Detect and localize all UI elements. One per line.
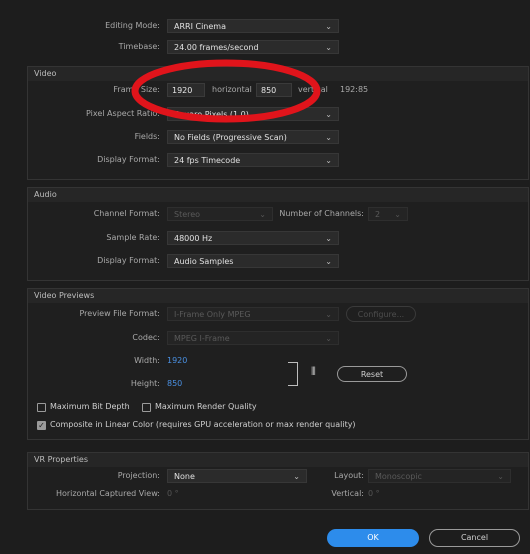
channel-format-value: Stereo bbox=[174, 210, 201, 219]
annotation-circle bbox=[131, 59, 321, 123]
editing-mode-dropdown[interactable]: ARRI Cinema ⌄ bbox=[167, 19, 339, 33]
chevron-down-icon: ⌄ bbox=[259, 210, 266, 219]
preview-height-value[interactable]: 850 bbox=[167, 377, 182, 391]
link-chain-icon[interactable]: ⦀ bbox=[311, 365, 316, 379]
width-label: Width: bbox=[134, 356, 160, 365]
cancel-button[interactable]: Cancel bbox=[429, 529, 520, 547]
layout-label: Layout: bbox=[334, 471, 364, 480]
reset-button[interactable]: Reset bbox=[337, 366, 407, 382]
codec-value: MPEG I-Frame bbox=[174, 334, 230, 343]
sample-rate-dropdown[interactable]: 48000 Hz ⌄ bbox=[167, 231, 339, 245]
max-bit-depth-checkbox[interactable] bbox=[37, 403, 46, 412]
chevron-down-icon: ⌄ bbox=[325, 43, 332, 52]
link-bracket bbox=[288, 362, 298, 386]
timebase-dropdown[interactable]: 24.00 frames/second ⌄ bbox=[167, 40, 339, 54]
timebase-value: 24.00 frames/second bbox=[174, 43, 259, 52]
aspect-ratio-readout: 192:85 bbox=[340, 85, 369, 94]
chevron-down-icon: ⌄ bbox=[325, 310, 332, 319]
max-bit-depth-label: Maximum Bit Depth bbox=[50, 402, 130, 411]
editing-mode-label: Editing Mode: bbox=[105, 21, 160, 30]
projection-dropdown[interactable]: None ⌄ bbox=[167, 469, 307, 483]
composite-linear-label: Composite in Linear Color (requires GPU … bbox=[50, 420, 356, 429]
codec-label: Codec: bbox=[132, 333, 160, 342]
layout-dropdown[interactable]: Monoscopic ⌄ bbox=[368, 469, 511, 483]
ok-button[interactable]: OK bbox=[327, 529, 419, 547]
chevron-down-icon: ⌄ bbox=[325, 334, 332, 343]
video-previews-title: Video Previews bbox=[28, 289, 528, 303]
channel-format-label: Channel Format: bbox=[93, 209, 160, 218]
preview-file-format-value: I-Frame Only MPEG bbox=[174, 310, 251, 319]
fields-dropdown[interactable]: No Fields (Progressive Scan) ⌄ bbox=[167, 130, 339, 144]
configure-button[interactable]: Configure... bbox=[346, 306, 416, 322]
chevron-down-icon: ⌄ bbox=[325, 110, 332, 119]
vr-vertical-label: Vertical: bbox=[331, 489, 364, 498]
height-label: Height: bbox=[130, 379, 160, 388]
layout-value: Monoscopic bbox=[375, 472, 422, 481]
max-render-quality-label: Maximum Render Quality bbox=[155, 402, 257, 411]
audio-display-format-value: Audio Samples bbox=[174, 257, 234, 266]
display-format-value: 24 fps Timecode bbox=[174, 156, 241, 165]
num-channels-dropdown[interactable]: 2 ⌄ bbox=[368, 207, 408, 221]
composite-linear-checkbox[interactable]: ✓ bbox=[37, 421, 46, 430]
channel-format-dropdown[interactable]: Stereo ⌄ bbox=[167, 207, 273, 221]
horizontal-captured-view-value[interactable]: 0 ° bbox=[167, 487, 179, 501]
editing-mode-value: ARRI Cinema bbox=[174, 22, 226, 31]
audio-display-format-label: Display Format: bbox=[97, 256, 160, 265]
chevron-down-icon: ⌄ bbox=[394, 210, 401, 219]
num-channels-value: 2 bbox=[375, 210, 381, 219]
display-format-label: Display Format: bbox=[97, 155, 160, 164]
preview-file-format-label: Preview File Format: bbox=[79, 309, 161, 318]
chevron-down-icon: ⌄ bbox=[325, 22, 332, 31]
horizontal-captured-view-label: Horizontal Captured View: bbox=[55, 489, 160, 498]
display-format-dropdown[interactable]: 24 fps Timecode ⌄ bbox=[167, 153, 339, 167]
chevron-down-icon: ⌄ bbox=[325, 234, 332, 243]
chevron-down-icon: ⌄ bbox=[293, 472, 300, 481]
preview-width-value[interactable]: 1920 bbox=[167, 354, 187, 368]
fields-value: No Fields (Progressive Scan) bbox=[174, 133, 287, 142]
sample-rate-value: 48000 Hz bbox=[174, 234, 213, 243]
timebase-label: Timebase: bbox=[118, 42, 160, 51]
audio-display-format-dropdown[interactable]: Audio Samples ⌄ bbox=[167, 254, 339, 268]
projection-value: None bbox=[174, 472, 195, 481]
num-channels-label: Number of Channels: bbox=[279, 209, 364, 218]
vr-vertical-value[interactable]: 0 ° bbox=[368, 487, 380, 501]
audio-section-title: Audio bbox=[28, 188, 528, 202]
max-render-quality-checkbox[interactable] bbox=[142, 403, 151, 412]
chevron-down-icon: ⌄ bbox=[325, 133, 332, 142]
projection-label: Projection: bbox=[117, 471, 160, 480]
sample-rate-label: Sample Rate: bbox=[106, 233, 160, 242]
chevron-down-icon: ⌄ bbox=[325, 156, 332, 165]
chevron-down-icon: ⌄ bbox=[497, 472, 504, 481]
annotation-ellipse bbox=[131, 59, 321, 123]
chevron-down-icon: ⌄ bbox=[325, 257, 332, 266]
checkmark-icon: ✓ bbox=[38, 421, 45, 430]
codec-dropdown[interactable]: MPEG I-Frame ⌄ bbox=[167, 331, 339, 345]
preview-file-format-dropdown[interactable]: I-Frame Only MPEG ⌄ bbox=[167, 307, 339, 321]
fields-label: Fields: bbox=[134, 132, 160, 141]
vr-section-title: VR Properties bbox=[28, 453, 528, 467]
